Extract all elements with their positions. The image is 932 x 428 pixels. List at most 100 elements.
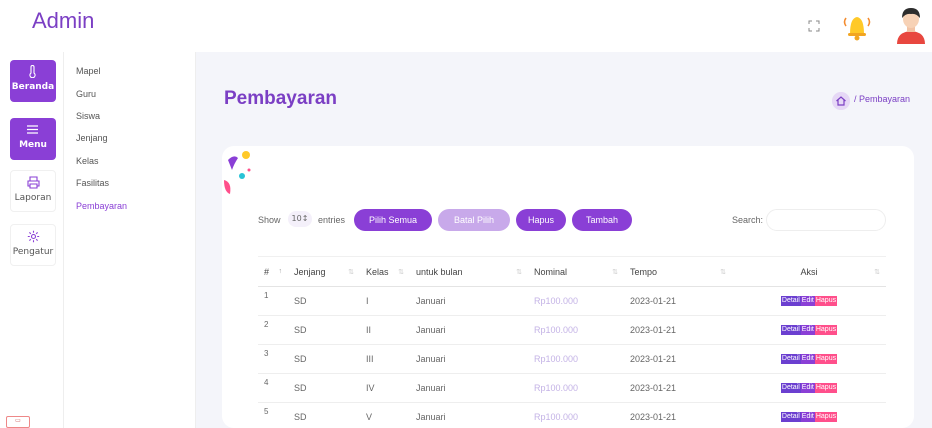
table-row: 5 SD V Januari Rp100.000 2023-01-21 Deta… (258, 402, 886, 428)
rail-item-menu[interactable]: Menu (10, 118, 56, 160)
entries-select[interactable]: 10↕ (288, 211, 312, 227)
submenu-item-kelas[interactable]: Kelas (76, 156, 99, 166)
cell-kelas: IV (360, 373, 410, 403)
rail-item-laporan[interactable]: Laporan (10, 170, 56, 212)
corner-logo: ▭ (6, 416, 30, 428)
cell-bulan: Januari (410, 315, 528, 345)
edit-button[interactable]: Edit (800, 412, 815, 423)
rail-item-pengatur[interactable]: Pengatur (10, 224, 56, 266)
cell-actions: Detail Edit Hapus (732, 315, 886, 345)
cell-number: 3 (258, 344, 288, 374)
pilih-semua-button[interactable]: Pilih Semua (354, 209, 432, 231)
rail-label: Menu (19, 140, 47, 150)
submenu-item-fasilitas[interactable]: Fasilitas (76, 178, 109, 188)
decoration-shape (224, 151, 251, 194)
cell-jenjang: SD (288, 373, 360, 403)
table-row: 1 SD I Januari Rp100.000 2023-01-21 Deta… (258, 286, 886, 316)
submenu-item-jenjang[interactable]: Jenjang (76, 133, 108, 143)
column-header[interactable]: Nominal ⇅ (528, 256, 624, 287)
cell-kelas: I (360, 286, 410, 316)
delete-button[interactable]: Hapus (814, 354, 838, 365)
edit-button[interactable]: Edit (800, 383, 815, 394)
delete-button[interactable]: Hapus (814, 325, 838, 336)
bell-icon[interactable] (840, 10, 874, 42)
cell-bulan: Januari (410, 373, 528, 403)
cell-bulan: Januari (410, 344, 528, 374)
brand-title[interactable]: Admin (32, 8, 94, 34)
table-header-row: # ↑ Jenjang ⇅ Kelas ⇅ untuk bulan ⇅ Nominal ⇅… (258, 256, 886, 287)
cell-nominal: Rp100.000 (528, 344, 624, 374)
cell-nominal: Rp100.000 (528, 402, 624, 428)
sort-asc-icon: ↑ (278, 268, 283, 275)
edit-button[interactable]: Edit (800, 296, 815, 307)
cell-jenjang: SD (288, 402, 360, 428)
thermometer-icon (29, 65, 36, 78)
table-row: 4 SD IV Januari Rp100.000 2023-01-21 Det… (258, 373, 886, 403)
column-header[interactable]: untuk bulan ⇅ (410, 256, 528, 287)
cell-nominal: Rp100.000 (528, 315, 624, 345)
rail-label: Beranda (11, 82, 55, 92)
cell-actions: Detail Edit Hapus (732, 286, 886, 316)
delete-button[interactable]: Hapus (814, 383, 838, 394)
submenu-item-mapel[interactable]: Mapel (76, 66, 101, 76)
cell-jenjang: SD (288, 315, 360, 345)
submenu-item-pembayaran[interactable]: Pembayaran (76, 201, 127, 211)
rail-item-beranda[interactable]: Beranda (10, 60, 56, 102)
content-card: Show 10↕ entries Pilih Semua Batal Pilih… (222, 146, 914, 428)
sort-icon: ⇅ (398, 269, 404, 276)
top-bar: Admin (0, 0, 932, 52)
entries-label: entries (318, 215, 346, 225)
home-icon[interactable] (832, 92, 850, 110)
sort-icon: ⇅ (720, 269, 726, 276)
cell-bulan: Januari (410, 286, 528, 316)
hapus-button[interactable]: Hapus (516, 209, 566, 231)
breadcrumb[interactable]: / Pembayaran (854, 94, 910, 104)
column-header-label: Nominal (534, 266, 568, 277)
batal-pilih-button[interactable]: Batal Pilih (438, 209, 510, 231)
submenu-item-siswa[interactable]: Siswa (76, 111, 100, 121)
column-header-label: Jenjang (294, 266, 326, 277)
cell-jenjang: SD (288, 344, 360, 374)
column-header[interactable]: Kelas ⇅ (360, 256, 410, 287)
hamburger-icon (27, 125, 38, 134)
column-header-label: # (264, 266, 270, 277)
edit-button[interactable]: Edit (800, 354, 815, 365)
column-header[interactable]: Jenjang ⇅ (288, 256, 360, 287)
cell-number: 2 (258, 315, 288, 345)
column-header[interactable]: Tempo ⇅ (624, 256, 732, 287)
gear-icon (27, 230, 40, 243)
cell-tempo: 2023-01-21 (624, 344, 732, 374)
rail-label: Pengatur (12, 247, 54, 257)
table-row: 2 SD II Januari Rp100.000 2023-01-21 Det… (258, 315, 886, 345)
column-header[interactable]: Aksi ⇅ (732, 256, 886, 287)
avatar-icon[interactable] (894, 6, 928, 44)
tambah-button[interactable]: Tambah (572, 209, 632, 231)
cell-kelas: V (360, 402, 410, 428)
detail-button[interactable]: Detail (780, 296, 801, 307)
column-header-label: Aksi (800, 266, 818, 277)
table-row: 3 SD III Januari Rp100.000 2023-01-21 De… (258, 344, 886, 374)
sub-menu: Mapel Guru Siswa Jenjang Kelas Fasilitas… (64, 52, 196, 428)
submenu-item-guru[interactable]: Guru (76, 89, 96, 99)
column-header-label: Kelas (366, 266, 389, 277)
cell-number: 5 (258, 402, 288, 428)
delete-button[interactable]: Hapus (814, 412, 838, 423)
cell-tempo: 2023-01-21 (624, 315, 732, 345)
detail-button[interactable]: Detail (780, 383, 801, 394)
detail-button[interactable]: Detail (780, 412, 801, 423)
printer-icon (27, 176, 40, 189)
sort-icon: ⇅ (874, 269, 880, 276)
cell-actions: Detail Edit Hapus (732, 344, 886, 374)
cell-actions: Detail Edit Hapus (732, 373, 886, 403)
fullscreen-icon[interactable] (808, 20, 820, 32)
detail-button[interactable]: Detail (780, 325, 801, 336)
search-input[interactable] (766, 209, 886, 231)
detail-button[interactable]: Detail (780, 354, 801, 365)
delete-button[interactable]: Hapus (814, 296, 838, 307)
cell-kelas: II (360, 315, 410, 345)
column-header[interactable]: # ↑ (258, 256, 288, 287)
sort-icon: ⇅ (348, 269, 354, 276)
edit-button[interactable]: Edit (800, 325, 815, 336)
sort-icon: ⇅ (516, 269, 522, 276)
icon-sidebar: Beranda Menu Laporan Pengatur (0, 52, 64, 428)
